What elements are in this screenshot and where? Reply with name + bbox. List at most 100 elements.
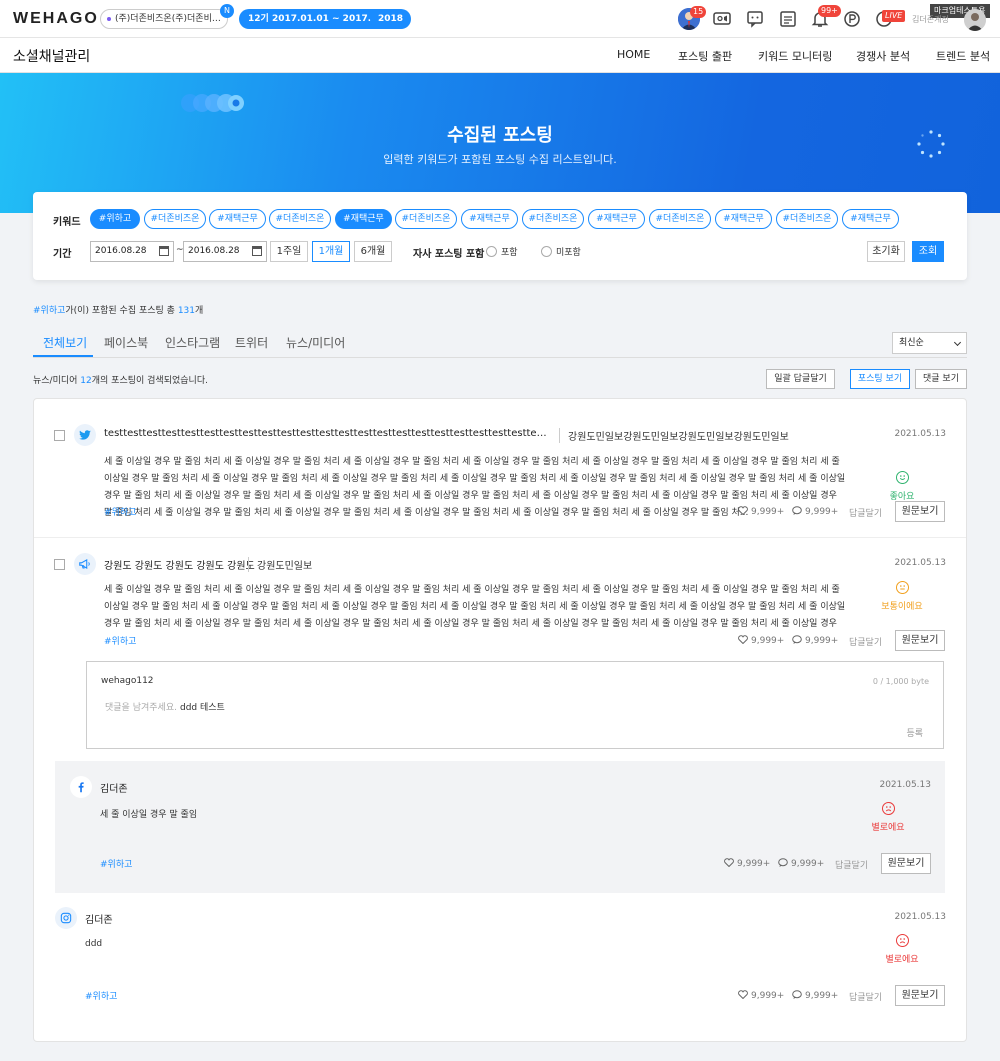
point-icon[interactable] xyxy=(842,9,862,29)
sad-face-icon xyxy=(881,802,895,815)
note-icon[interactable] xyxy=(778,9,798,29)
period-6month-button[interactable]: 6개월 xyxy=(354,241,392,262)
comment-count-value: 9,999+ xyxy=(805,991,839,1001)
view-original-button[interactable]: 원문보기 xyxy=(881,853,931,874)
nav-home[interactable]: HOME xyxy=(617,48,650,61)
post-date: 2021.05.13 xyxy=(894,429,946,439)
year-badge[interactable]: 2018 xyxy=(370,9,412,29)
include-radio[interactable] xyxy=(486,246,497,257)
sentiment-positive: 좋아요 xyxy=(872,471,932,502)
active-tab-indicator xyxy=(33,355,93,357)
sad-face-icon xyxy=(895,934,909,947)
nav-competitor-analysis[interactable]: 경쟁사 분석 xyxy=(856,48,910,64)
post-hashtag[interactable]: #위하고 xyxy=(104,505,136,518)
comment-hashtag[interactable]: #위하고 xyxy=(85,989,117,1002)
reply-link[interactable]: 답글달기 xyxy=(849,506,882,519)
comment-count: 9,999+ xyxy=(792,635,838,646)
calendar-icon[interactable] xyxy=(159,246,169,256)
period-1month-button[interactable]: 1개월 xyxy=(312,241,350,262)
reply-link[interactable]: 답글달기 xyxy=(835,858,868,871)
keyword-chip[interactable]: #재택근무 xyxy=(209,209,266,229)
comment-count-value: 9,999+ xyxy=(791,859,825,869)
tab-news-media[interactable]: 뉴스/미디어 xyxy=(286,334,345,351)
post-body: 세 줄 이상일 경우 말 줄임 처리 세 줄 이상일 경우 말 줄임 처리 세 … xyxy=(104,585,846,629)
post-hashtag[interactable]: #위하고 xyxy=(104,634,136,647)
reply-link[interactable]: 답글달기 xyxy=(849,635,882,648)
period-label: 기간 xyxy=(53,249,72,260)
calendar-icon[interactable] xyxy=(252,246,262,256)
like-count-value: 9,999+ xyxy=(737,859,771,869)
post-body: 세 줄 이상일 경우 말 줄임 처리 세 줄 이상일 경우 말 줄임 처리 세 … xyxy=(104,457,846,518)
comment-hashtag[interactable]: #위하고 xyxy=(100,857,132,870)
like-count: 9,999+ xyxy=(724,858,770,869)
view-original-button[interactable]: 원문보기 xyxy=(895,501,945,522)
view-posts-button[interactable]: 포스팅 보기 xyxy=(850,369,910,389)
user-name[interactable]: 김더존계정 xyxy=(912,14,949,25)
sentiment-negative: 별로에요 xyxy=(858,802,918,833)
instagram-icon xyxy=(55,907,77,929)
post-checkbox[interactable] xyxy=(54,559,65,570)
comment-count: 9,999+ xyxy=(792,990,838,1001)
byte-counter: 0 / 1,000 byte xyxy=(872,677,929,686)
heart-icon xyxy=(738,990,748,1000)
tab-all[interactable]: 전체보기 xyxy=(43,334,87,351)
keyword-chip[interactable]: #더존비즈온 xyxy=(522,209,584,229)
comment-author: 김더존 xyxy=(85,915,113,926)
user-avatar[interactable] xyxy=(964,9,986,31)
view-original-button[interactable]: 원문보기 xyxy=(895,630,945,651)
contact-badge: 15 xyxy=(690,6,707,18)
banner-subtitle: 입력한 키워드가 포함된 포스팅 수집 리스트입니다. xyxy=(383,153,617,166)
keyword-chip[interactable]: #더존비즈온 xyxy=(144,209,206,229)
post-title[interactable]: 강원도 강원도 강원도 강원도 강원도 xyxy=(104,557,264,572)
notification-badge: 99+ xyxy=(818,5,841,17)
view-original-button[interactable]: 원문보기 xyxy=(895,985,945,1006)
keyword-chip[interactable]: #재택근무 xyxy=(461,209,518,229)
keyword-chip[interactable]: #재택근무 xyxy=(335,209,392,229)
comment-author: 김더존 xyxy=(100,784,128,795)
wehago-logo[interactable]: WEHAGO xyxy=(13,10,99,28)
post-title[interactable]: testtesttesttesttesttesttesttesttesttest… xyxy=(104,428,550,439)
reply-link[interactable]: 답글달기 xyxy=(849,990,882,1003)
date-from-input[interactable]: 2016.08.28 xyxy=(90,241,174,262)
tab-instagram[interactable]: 인스타그램 xyxy=(165,334,220,351)
date-to-value: 2016.08.28 xyxy=(188,246,240,256)
period-1week-button[interactable]: 1주일 xyxy=(270,241,308,262)
reply-editor[interactable]: wehago112 0 / 1,000 byte 댓글을 남겨주세요. ddd … xyxy=(86,661,944,749)
post-source-name: 강원도민일보강원도민일보강원도민일보강원도민일보 xyxy=(559,428,789,443)
nav-keyword-monitoring[interactable]: 키워드 모니터링 xyxy=(758,48,832,64)
top-bar: WEHAGO (주)더존비즈온(주)더존비즈온... N 12기 2017.01… xyxy=(0,0,1000,38)
company-selector[interactable]: (주)더존비즈온(주)더존비즈온... xyxy=(100,9,228,29)
keyword-chip[interactable]: #위하고 xyxy=(90,209,140,229)
banner-title: 수집된 포스팅 xyxy=(447,125,553,146)
view-comments-button[interactable]: 댓글 보기 xyxy=(915,369,967,389)
keyword-chip[interactable]: #더존비즈온 xyxy=(776,209,838,229)
twitter-icon xyxy=(74,424,96,446)
nav-posting-publish[interactable]: 포스팅 출판 xyxy=(678,48,732,64)
posting-list: testtesttesttesttesttesttesttesttesttest… xyxy=(33,398,967,1042)
keyword-chip[interactable]: #더존비즈온 xyxy=(269,209,331,229)
search-button[interactable]: 조회 xyxy=(912,241,944,262)
tab-facebook[interactable]: 페이스북 xyxy=(104,334,148,351)
video-icon[interactable] xyxy=(712,9,732,29)
chat-icon[interactable] xyxy=(745,9,765,29)
facebook-icon xyxy=(70,776,92,798)
sentiment-label: 보통이에요 xyxy=(881,602,923,612)
keyword-chip[interactable]: #더존비즈온 xyxy=(395,209,457,229)
include-label: 포함 xyxy=(501,248,518,258)
keyword-chip[interactable]: #재택근무 xyxy=(715,209,772,229)
comment-count: 9,999+ xyxy=(778,858,824,869)
exclude-radio[interactable] xyxy=(541,246,552,257)
sort-select[interactable]: 최신순 xyxy=(892,332,967,354)
reset-button[interactable]: 초기화 xyxy=(867,241,905,262)
reply-submit-button[interactable]: 등록 xyxy=(906,726,923,739)
nav-trend-analysis[interactable]: 트렌드 분석 xyxy=(936,48,990,64)
tab-twitter[interactable]: 트위터 xyxy=(235,334,268,351)
keyword-chip[interactable]: #재택근무 xyxy=(842,209,899,229)
reply-input-value[interactable]: ddd 테스트 xyxy=(180,700,225,713)
keyword-chip[interactable]: #재택근무 xyxy=(588,209,645,229)
date-to-input[interactable]: 2016.08.28 xyxy=(183,241,267,262)
keyword-chip[interactable]: #더존비즈온 xyxy=(649,209,711,229)
post-checkbox[interactable] xyxy=(54,430,65,441)
bulk-reply-button[interactable]: 일괄 답글달기 xyxy=(766,369,835,389)
heart-icon xyxy=(738,635,748,645)
